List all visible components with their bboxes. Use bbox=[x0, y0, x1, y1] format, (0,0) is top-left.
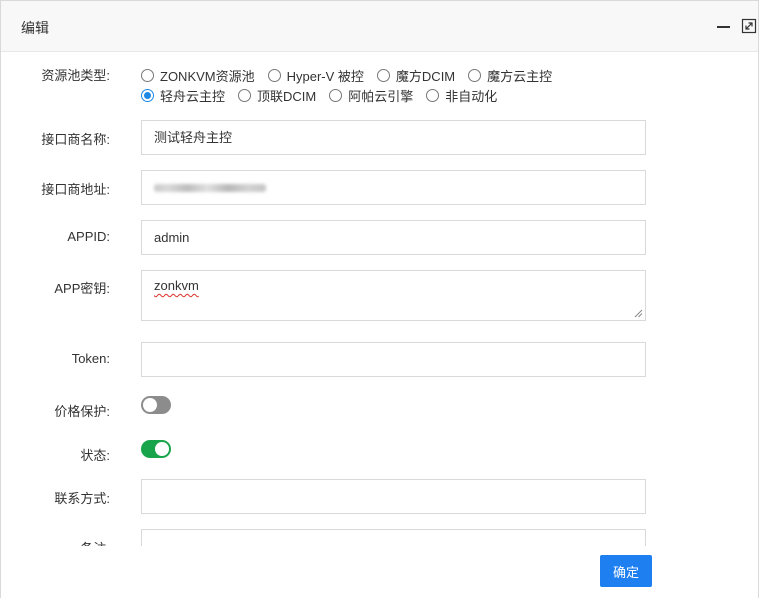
toggle-knob bbox=[155, 442, 169, 456]
radio-hyperv[interactable]: Hyper-V 被控 bbox=[267, 66, 364, 85]
dialog-body: 资源池类型: ZONKVM资源池 Hyper-V 被控 魔方DCIM 魔方云主控… bbox=[1, 52, 758, 546]
radio-apa-cloud[interactable]: 阿帕云引擎 bbox=[329, 86, 413, 105]
radio-label: 非自动化 bbox=[445, 88, 498, 104]
price-protect-label: 价格保护: bbox=[54, 404, 110, 419]
radio-circle bbox=[141, 68, 154, 82]
radio-circle bbox=[426, 88, 440, 102]
status-toggle[interactable] bbox=[141, 440, 171, 458]
radio-circle bbox=[329, 88, 343, 102]
radio-circle bbox=[468, 68, 482, 82]
confirm-button[interactable]: 确定 bbox=[600, 555, 652, 587]
radio-label: Hyper-V 被控 bbox=[286, 68, 364, 84]
radio-zonkvm[interactable]: ZONKVM资源池 bbox=[141, 66, 255, 85]
radio-label: 阿帕云引擎 bbox=[348, 88, 414, 104]
app-key-label: APP密钥: bbox=[54, 281, 110, 296]
toggle-knob bbox=[143, 398, 157, 412]
radio-dinglian-dcim[interactable]: 顶联DCIM bbox=[238, 86, 316, 105]
radio-mofang-cloud[interactable]: 魔方云主控 bbox=[468, 66, 552, 85]
resize-grip-icon[interactable] bbox=[634, 309, 643, 318]
radio-label: 魔方DCIM bbox=[395, 68, 456, 84]
vendor-name-label: 接口商名称: bbox=[41, 132, 110, 147]
radio-label: 魔方云主控 bbox=[487, 68, 553, 84]
remark-input[interactable] bbox=[141, 529, 646, 546]
appid-label: APPID: bbox=[67, 229, 110, 244]
redacted-address bbox=[154, 184, 266, 192]
pool-type-label: 资源池类型: bbox=[41, 68, 110, 83]
dialog-title: 编辑 bbox=[21, 20, 49, 36]
radio-circle bbox=[238, 88, 252, 102]
vendor-address-label: 接口商地址: bbox=[41, 182, 110, 197]
contact-input[interactable] bbox=[141, 479, 646, 514]
vendor-name-input[interactable]: 测试轻舟主控 bbox=[141, 120, 646, 155]
radio-non-auto[interactable]: 非自动化 bbox=[426, 86, 497, 105]
radio-circle bbox=[141, 88, 154, 102]
token-label: Token: bbox=[71, 351, 110, 366]
radio-qingzhou-cloud[interactable]: 轻舟云主控 bbox=[141, 86, 225, 105]
edit-dialog: 编辑 资源池类型: ZONKVM资源池 Hyper-V 被控 魔方DCIM 魔方… bbox=[0, 0, 759, 598]
price-protect-toggle[interactable] bbox=[141, 396, 171, 414]
maximize-icon[interactable] bbox=[740, 17, 758, 35]
vendor-address-input[interactable] bbox=[141, 170, 646, 205]
app-key-textarea[interactable]: zonkvm bbox=[141, 270, 646, 321]
pool-type-row-2: 轻舟云主控 顶联DCIM 阿帕云引擎 非自动化 bbox=[141, 86, 510, 104]
radio-label: 轻舟云主控 bbox=[160, 88, 226, 104]
radio-label: ZONKVM资源池 bbox=[160, 68, 255, 84]
dialog-titlebar: 编辑 bbox=[1, 1, 758, 52]
remark-label: 备注: bbox=[1, 538, 110, 546]
pool-type-row-1: ZONKVM资源池 Hyper-V 被控 魔方DCIM 魔方云主控 bbox=[141, 66, 565, 84]
status-label: 状态: bbox=[80, 448, 110, 463]
dialog-footer: 确定 bbox=[1, 546, 758, 598]
minimize-icon[interactable] bbox=[715, 17, 733, 35]
app-key-value: zonkvm bbox=[154, 278, 199, 293]
radio-label: 顶联DCIM bbox=[257, 88, 317, 104]
radio-circle bbox=[376, 68, 390, 82]
radio-mofang-dcim[interactable]: 魔方DCIM bbox=[376, 66, 456, 85]
token-input[interactable] bbox=[141, 342, 646, 377]
contact-label: 联系方式: bbox=[54, 491, 110, 506]
radio-circle bbox=[267, 68, 281, 82]
appid-input[interactable]: admin bbox=[141, 220, 646, 255]
